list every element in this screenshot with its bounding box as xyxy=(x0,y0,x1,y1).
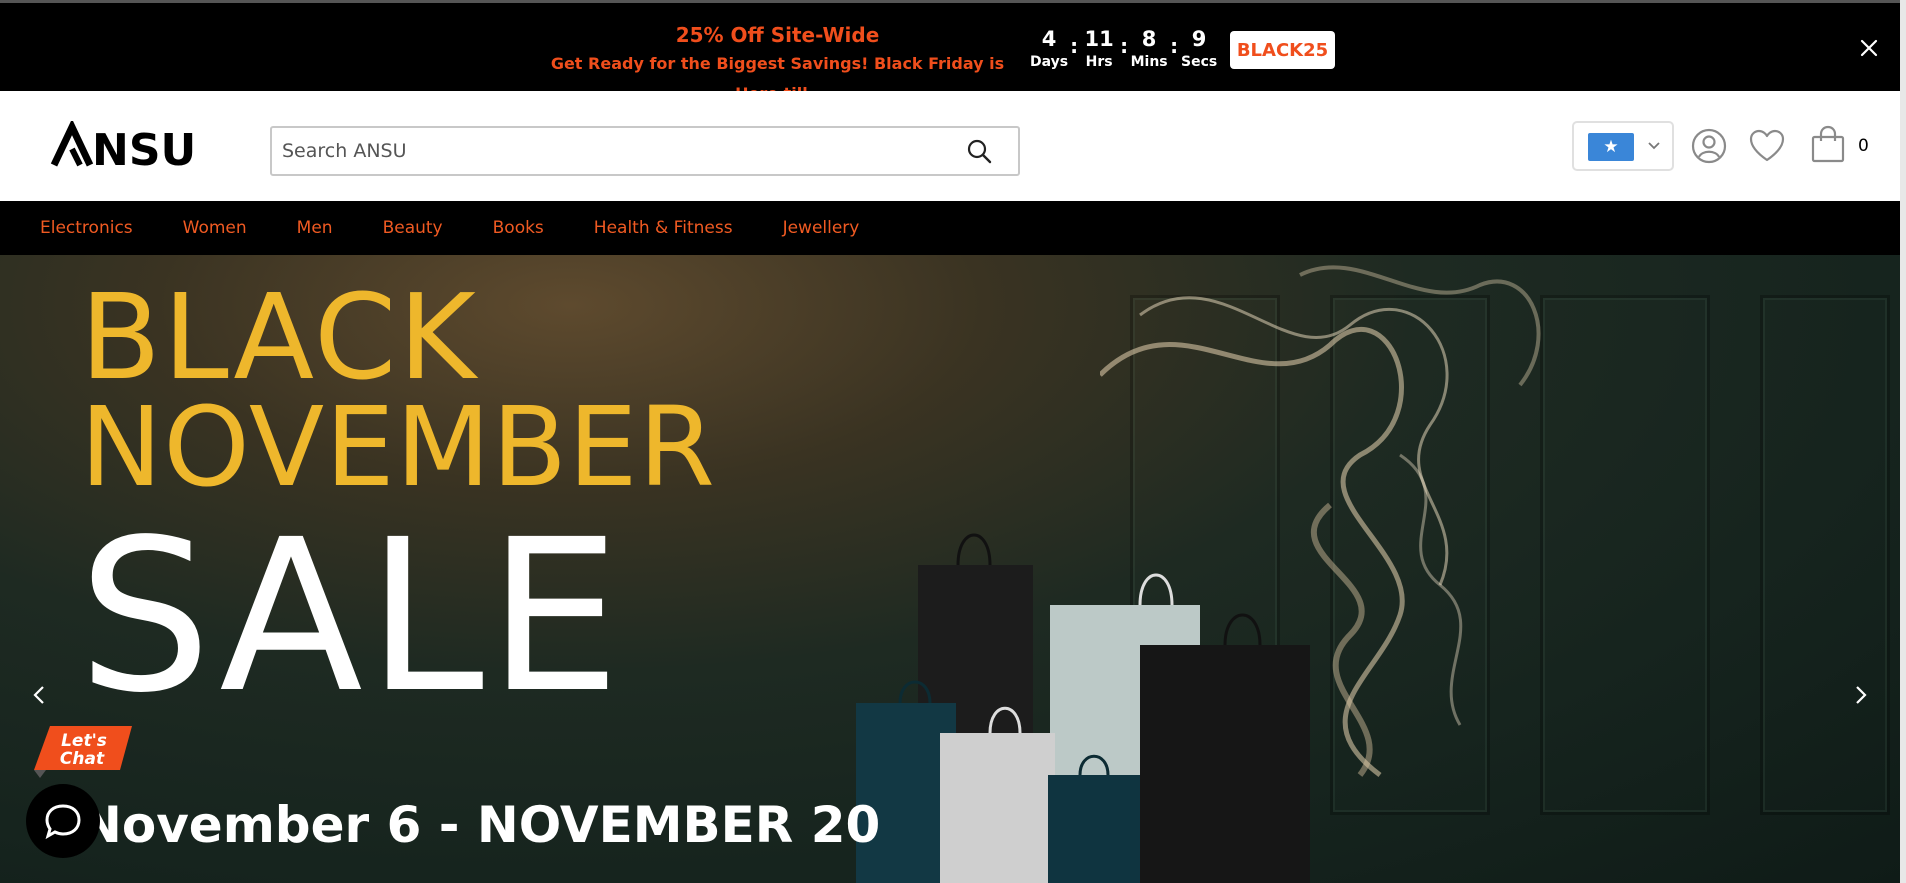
nav-item-books[interactable]: Books xyxy=(493,218,544,238)
chevron-right-icon[interactable] xyxy=(1848,683,1872,707)
search-icon[interactable] xyxy=(964,136,996,168)
shopping-bag-icon[interactable] xyxy=(1809,125,1847,163)
countdown-label: Hrs xyxy=(1085,54,1113,70)
flag-icon: ★ xyxy=(1588,133,1634,161)
nav-item-health-fitness[interactable]: Health & Fitness xyxy=(594,218,733,238)
nav-item-men[interactable]: Men xyxy=(297,218,333,238)
nav-item-electronics[interactable]: Electronics xyxy=(40,218,133,238)
countdown-hours: 11 Hrs xyxy=(1080,25,1118,81)
cart-count: 0 xyxy=(1858,136,1869,156)
nav-item-women[interactable]: Women xyxy=(183,218,247,238)
nav-item-jewellery[interactable]: Jewellery xyxy=(783,218,860,238)
countdown-value: 8 xyxy=(1141,27,1157,51)
chat-bubble-icon xyxy=(45,804,81,840)
countdown-value: 11 xyxy=(1084,27,1114,51)
language-selector[interactable]: ★ xyxy=(1572,121,1674,171)
shopping-bags-illustration xyxy=(856,533,1310,883)
search-box xyxy=(270,126,1020,176)
page-scrollbar[interactable] xyxy=(1900,0,1906,883)
chat-badge-line1: Let's xyxy=(61,731,107,751)
promo-title: 25% Off Site-Wide xyxy=(675,23,880,47)
countdown-separator: : xyxy=(1070,34,1079,58)
site-header: NSU ★ xyxy=(0,91,1900,201)
countdown-label: Mins xyxy=(1130,54,1168,70)
hero-headline-sale: SALE xyxy=(78,494,625,739)
search-input[interactable] xyxy=(282,128,942,174)
hero-headline-november: NOVEMBER xyxy=(80,383,716,511)
lets-chat-badge[interactable]: Let's Chat xyxy=(32,722,136,782)
countdown-minutes: 8 Mins xyxy=(1130,25,1168,81)
countdown-separator: : xyxy=(1170,34,1179,58)
countdown-label: Secs xyxy=(1181,54,1218,70)
chat-badge-line2: Chat xyxy=(60,749,105,769)
heart-icon[interactable] xyxy=(1748,127,1786,165)
countdown-value: 9 xyxy=(1191,27,1207,51)
close-icon[interactable] xyxy=(1856,35,1882,61)
countdown-seconds: 9 Secs xyxy=(1180,25,1218,81)
chat-launcher-button[interactable] xyxy=(26,784,100,858)
hero-headline-black: BLACK xyxy=(80,268,478,406)
hero-sale-dates: November 6 - NOVEMBER 20 xyxy=(80,796,881,854)
chevron-left-icon[interactable] xyxy=(28,683,52,707)
svg-text:NSU: NSU xyxy=(92,125,195,171)
promo-bar: 25% Off Site-Wide Get Ready for the Bigg… xyxy=(0,0,1906,103)
countdown-value: 4 xyxy=(1041,27,1057,51)
user-icon[interactable] xyxy=(1690,127,1728,165)
ansu-logo[interactable]: NSU xyxy=(50,121,195,171)
nav-item-beauty[interactable]: Beauty xyxy=(383,218,443,238)
countdown-label: Days xyxy=(1030,54,1069,70)
coupon-code-button[interactable]: BLACK25 xyxy=(1230,31,1335,69)
chevron-down-icon xyxy=(1648,142,1660,150)
category-nav: Electronics Women Men Beauty Books Healt… xyxy=(0,201,1900,255)
countdown-days: 4 Days xyxy=(1030,25,1068,81)
countdown-timer: 4 Days : 11 Hrs : 8 Mins : 9 Secs xyxy=(1030,25,1218,81)
countdown-separator: : xyxy=(1120,34,1129,58)
hero-banner[interactable]: BLACK NOVEMBER SALE November 6 - NOVEMBE… xyxy=(0,255,1900,883)
